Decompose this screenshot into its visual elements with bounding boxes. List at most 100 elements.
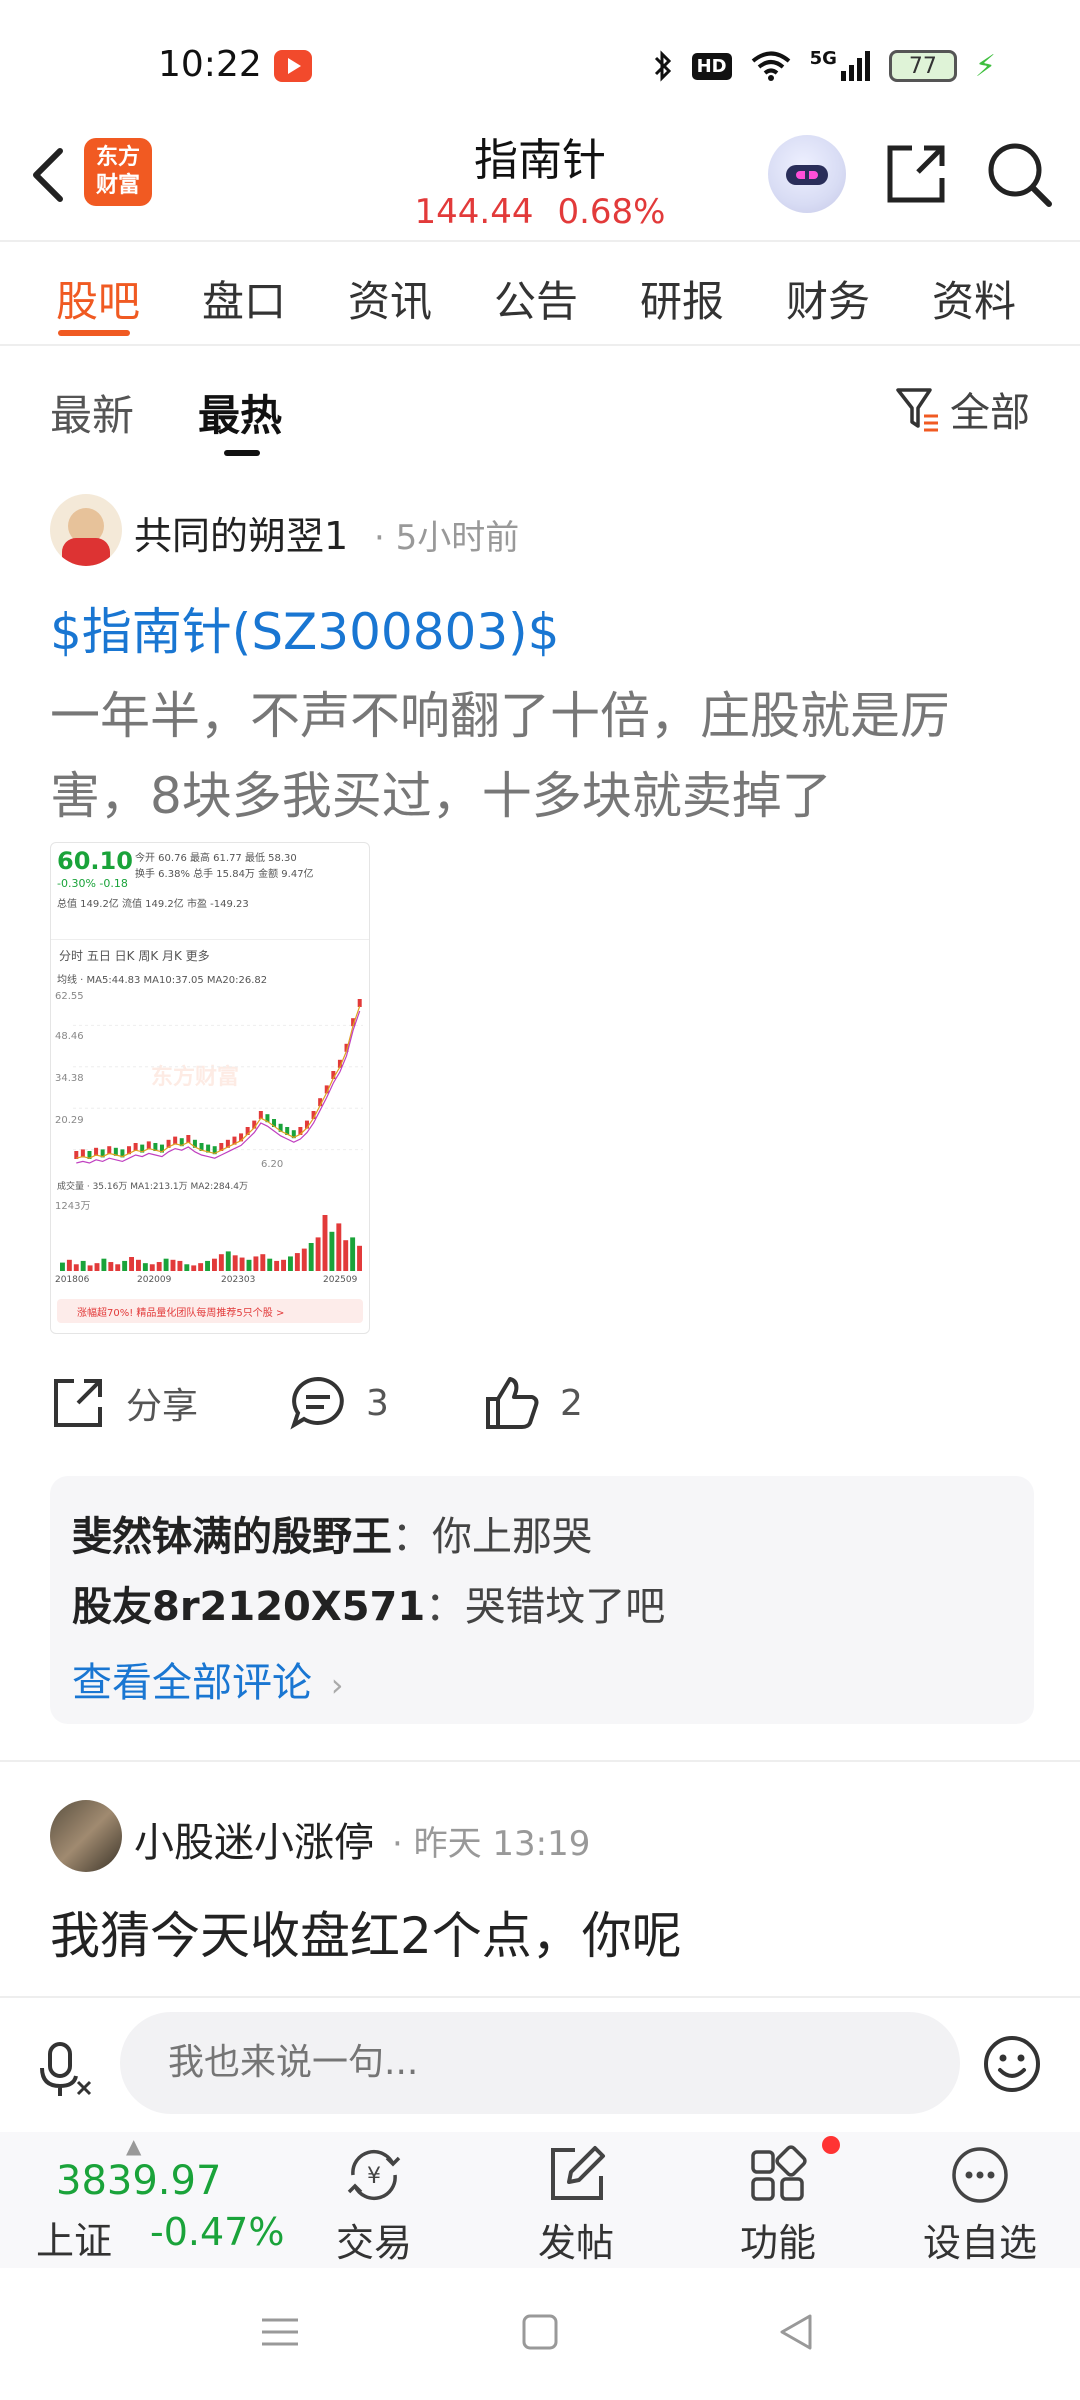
volume-bar [239, 1257, 245, 1271]
comment-user[interactable]: 股友8r2120X571 [72, 1584, 425, 1630]
thumb-tabs: 分时 五日 日K 周K 月K 更多 [59, 949, 210, 963]
menu-icon[interactable] [260, 2312, 300, 2352]
thumb-divider [51, 939, 369, 940]
back-nav-icon[interactable] [776, 2312, 816, 2352]
voice-input-icon[interactable] [36, 2040, 94, 2098]
ai-assistant-icon[interactable] [768, 135, 846, 213]
search-icon[interactable] [985, 140, 1055, 210]
thumb-ma: 均线 · MA5:44.83 MA10:37.05 MA20:26.82 [57, 975, 268, 986]
post-divider [0, 1760, 1080, 1762]
share-button[interactable]: 分享 [50, 1375, 198, 1431]
nav-add-watchlist[interactable]: 设自选 [920, 2144, 1040, 2267]
home-icon[interactable] [520, 2312, 560, 2352]
more-icon [952, 2147, 1008, 2203]
volume-bar [253, 1256, 259, 1271]
avatar[interactable] [50, 1800, 122, 1872]
comments-preview[interactable]: 斐然钵满的殷野王：你上那哭 股友8r2120X571：哭错坟了吧 查看全部评论 … [50, 1476, 1034, 1724]
comment-item[interactable]: 斐然钵满的殷野王：你上那哭 [72, 1504, 592, 1562]
view-all-comments-link[interactable]: 查看全部评论 › [72, 1650, 344, 1708]
volume-bar [60, 1262, 65, 1271]
chevron-right-icon: › [330, 1666, 344, 1704]
page-title: 指南针 [474, 135, 606, 186]
post-image-chart[interactable]: 60.10 -0.30% -0.18 今开 60.76 最高 61.77 最低 … [50, 842, 370, 1334]
volume-bar [260, 1254, 266, 1271]
volume-bar [294, 1253, 300, 1271]
tab-announcements[interactable]: 公告 [494, 268, 578, 329]
thumbs-up-icon [486, 1377, 539, 1429]
battery-level: 77 [908, 53, 937, 79]
stock-change: 0.68% [557, 192, 666, 232]
video-app-icon [274, 50, 312, 82]
emoji-icon[interactable] [982, 2034, 1042, 2094]
avatar[interactable] [50, 494, 122, 566]
volume-bar [87, 1265, 93, 1271]
volume-bar [274, 1260, 280, 1271]
app-logo[interactable]: 东方财富 [84, 138, 152, 206]
thumb-date-2: 202303 [221, 1275, 256, 1285]
tab-pankou[interactable]: 盘口 [202, 268, 286, 329]
filter-button[interactable]: 全部 [894, 380, 1030, 438]
volume-bar [281, 1259, 286, 1271]
volume-bar [163, 1258, 169, 1271]
stock-header: 指南针 144.44 0.68% [380, 124, 700, 232]
volume-bar [80, 1260, 86, 1271]
post-author[interactable]: 共同的朔翌1 [134, 505, 348, 560]
kline-ma-line [76, 1006, 361, 1159]
volume-bar [122, 1260, 128, 1271]
thumb-date-3: 202509 [323, 1275, 358, 1285]
thumb-volume-chart [60, 1215, 362, 1271]
nav-post[interactable]: 发帖 [516, 2144, 636, 2267]
like-button[interactable]: 2 [484, 1375, 583, 1431]
thumb-row1: 今开 60.76 最高 61.77 最低 58.30 [135, 853, 297, 864]
volume-bar [267, 1258, 273, 1271]
back-icon[interactable] [26, 145, 76, 205]
post-body[interactable]: 一年半，不声不响翻了十倍，庄股就是厉害，8块多我买过，十多块就卖掉了 [50, 676, 1010, 836]
volume-bar [329, 1231, 335, 1271]
subtab-hot[interactable]: 最热 [198, 382, 282, 443]
share-icon [54, 1379, 102, 1427]
subtab-latest[interactable]: 最新 [50, 382, 134, 443]
tab-news[interactable]: 资讯 [348, 268, 432, 329]
thumb-ad-banner: 涨幅超70%! 精品量化团队每周推荐5只个股 > [57, 1299, 363, 1323]
status-time: 10:22 [158, 44, 262, 85]
tab-profile[interactable]: 资料 [932, 268, 1016, 329]
nav-functions-label: 功能 [739, 2221, 816, 2265]
volume-bar [301, 1248, 307, 1271]
stock-link[interactable]: $指南针(SZ300803)$ [50, 592, 560, 664]
post-time: · 5小时前 [374, 518, 520, 558]
volume-bar [108, 1262, 114, 1271]
volume-bar [225, 1251, 231, 1271]
comment-user[interactable]: 斐然钵满的殷野王 [72, 1514, 392, 1560]
nav-trade[interactable]: ¥ 交易 [314, 2144, 434, 2267]
view-all-label: 查看全部评论 [72, 1660, 312, 1706]
volume-bar [198, 1263, 204, 1271]
system-nav-bar [0, 2268, 1080, 2400]
bluetooth-icon [654, 50, 671, 82]
volume-bar [343, 1240, 349, 1271]
volume-bar [246, 1259, 252, 1271]
volume-bar [350, 1237, 356, 1271]
tab-guba[interactable]: 股吧 [56, 268, 140, 329]
post-author[interactable]: 小股迷小涨停 [134, 1810, 374, 1868]
share-icon[interactable] [882, 140, 950, 208]
post-body[interactable]: 我猜今天收盘红2个点，你呢 [50, 1896, 682, 1968]
volume-bar [142, 1263, 148, 1271]
index-name: 上证 [36, 2219, 113, 2263]
tab-research[interactable]: 研报 [640, 268, 724, 329]
tab-finance[interactable]: 财务 [786, 268, 870, 329]
hd-badge: HD [691, 52, 732, 80]
status-icons: HD 5G 77 ⚡ [652, 46, 996, 86]
network-label: 5G [809, 47, 837, 69]
comment-count: 3 [366, 1382, 389, 1424]
nav-functions[interactable]: 功能 [718, 2144, 838, 2267]
comment-input[interactable] [120, 2012, 960, 2114]
index-change: -0.47% [150, 2210, 285, 2254]
volume-bar [218, 1254, 224, 1271]
nav-add-watchlist-label: 设自选 [922, 2221, 1037, 2265]
volume-bar [66, 1259, 72, 1271]
thumb-date-1: 202009 [137, 1275, 172, 1285]
comment-item[interactable]: 股友8r2120X571：哭错坟了吧 [72, 1574, 665, 1632]
comment-button[interactable]: 3 [290, 1375, 389, 1431]
active-subtab-indicator [224, 450, 260, 456]
tabs-divider [0, 344, 1080, 346]
